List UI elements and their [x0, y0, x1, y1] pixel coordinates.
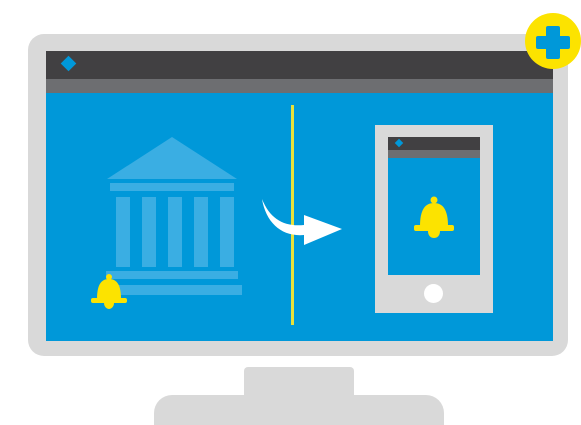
smartphone-icon [375, 125, 493, 313]
window-diamond-icon [60, 55, 77, 72]
window-toolbar [46, 79, 553, 93]
phone-diamond-icon [394, 138, 404, 148]
phone-toolbar [388, 150, 480, 158]
window-titlebar [46, 51, 553, 79]
phone-screen [388, 137, 480, 275]
bell-icon [91, 274, 127, 309]
illustration [0, 0, 581, 425]
curved-arrow-icon [262, 199, 342, 245]
phone-home-button [424, 284, 443, 303]
monitor-stand-base [154, 395, 444, 425]
plus-icon [525, 13, 581, 69]
phone-titlebar [388, 137, 480, 150]
bell-icon [414, 196, 454, 238]
